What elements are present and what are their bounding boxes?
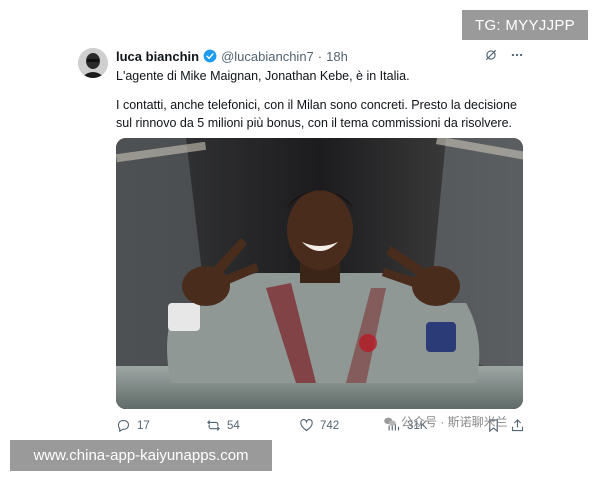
tweet-text-paragraph: I contatti, anche telefonici, con il Mil…: [116, 98, 517, 130]
like-count: 742: [320, 419, 340, 432]
avatar[interactable]: [78, 48, 108, 78]
wechat-watermark: 公众号 · 斯诺聊米兰: [383, 413, 508, 430]
tweet-text-line1: L'agente di Mike Maignan, Jonathan Kebe,…: [116, 69, 410, 83]
watermark-text: 公众号 · 斯诺聊米兰: [401, 415, 508, 429]
tweet-top-actions: [484, 48, 524, 62]
author-name[interactable]: luca bianchin: [116, 49, 199, 64]
repost-button[interactable]: 54: [206, 418, 240, 433]
heart-icon: [300, 419, 313, 432]
author-handle[interactable]: @lucabianchin7: [221, 49, 314, 64]
url-watermark-text: www.china-app-kaiyunapps.com: [33, 447, 249, 464]
tweet-timestamp[interactable]: 18h: [326, 49, 348, 64]
repost-count: 54: [227, 419, 240, 432]
url-watermark-badge: www.china-app-kaiyunapps.com: [10, 440, 272, 471]
like-button[interactable]: 742: [299, 418, 339, 433]
tweet-header: luca bianchin @lucabianchin7 · 18h: [116, 48, 348, 64]
repost-icon: [207, 420, 220, 431]
verified-badge-icon: [203, 49, 217, 63]
share-button[interactable]: [510, 418, 525, 433]
reply-button[interactable]: 17: [116, 418, 150, 433]
header-separator: ·: [317, 48, 323, 64]
reply-icon: [117, 419, 130, 433]
more-options-icon[interactable]: [510, 48, 524, 62]
tg-watermark-text: TG: MYYJJPP: [475, 16, 575, 34]
wechat-icon: [384, 417, 396, 426]
share-icon: [511, 419, 524, 432]
tweet-photo[interactable]: [116, 138, 523, 409]
grok-icon[interactable]: [484, 48, 498, 62]
reply-count: 17: [137, 419, 150, 432]
tg-watermark-badge: TG: MYYJJPP: [462, 10, 588, 40]
